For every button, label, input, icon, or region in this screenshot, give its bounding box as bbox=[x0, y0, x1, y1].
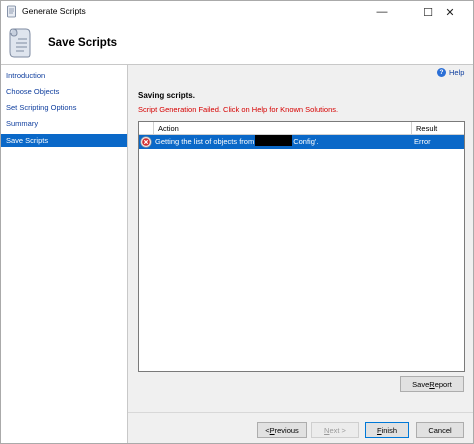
nav-item-set-scripting-options[interactable]: Set Scripting Options bbox=[1, 101, 127, 114]
nav-item-introduction[interactable]: Introduction bbox=[1, 69, 127, 82]
help-label: Help bbox=[449, 68, 465, 77]
save-report-label-pre: Save bbox=[412, 379, 430, 389]
row-action-cell: Getting the list of objects from Config'. bbox=[153, 135, 412, 149]
table-row[interactable]: Getting the list of objects from Config'.… bbox=[139, 135, 464, 149]
minimize-icon: — bbox=[376, 6, 388, 18]
previous-button[interactable]: < Previous bbox=[257, 422, 307, 438]
cancel-button[interactable]: Cancel bbox=[416, 422, 464, 438]
finish-label-post: inish bbox=[381, 425, 398, 435]
minimize-button[interactable]: — bbox=[359, 1, 405, 23]
page-title: Save Scripts bbox=[48, 37, 118, 49]
generate-scripts-window: Generate Scripts — ☐ ✕ Save Scripts Intr… bbox=[0, 0, 474, 444]
close-icon: ✕ bbox=[445, 6, 455, 19]
results-grid[interactable]: Action Result Getting the list of object… bbox=[138, 121, 465, 372]
close-button[interactable]: ✕ bbox=[427, 1, 473, 23]
grid-header: Action Result bbox=[139, 122, 464, 135]
action-text-prefix: Getting the list of objects from bbox=[155, 137, 255, 146]
error-icon bbox=[140, 136, 152, 148]
column-header-result[interactable]: Result bbox=[412, 122, 464, 135]
next-label-post: ext > bbox=[329, 425, 346, 435]
page-header: Save Scripts bbox=[1, 23, 473, 65]
cancel-label: Cancel bbox=[428, 425, 452, 435]
nav-item-choose-objects[interactable]: Choose Objects bbox=[1, 85, 127, 98]
next-button[interactable]: Next > bbox=[311, 422, 359, 438]
save-report-button[interactable]: Save Report bbox=[400, 376, 464, 392]
scroll-icon bbox=[7, 5, 16, 18]
previous-label-post: revious bbox=[274, 425, 299, 435]
finish-button[interactable]: Finish bbox=[365, 422, 409, 438]
nav-item-save-scripts[interactable]: Save Scripts bbox=[1, 134, 127, 147]
scroll-icon bbox=[9, 28, 31, 58]
column-header-action[interactable]: Action bbox=[153, 122, 412, 135]
nav-item-summary[interactable]: Summary bbox=[1, 117, 127, 130]
help-icon: ? bbox=[437, 68, 446, 77]
error-message[interactable]: Script Generation Failed. Click on Help … bbox=[138, 105, 338, 114]
title-bar: Generate Scripts — ☐ ✕ bbox=[1, 1, 473, 23]
status-heading: Saving scripts. bbox=[138, 91, 195, 100]
row-result-cell: Error bbox=[414, 137, 431, 146]
help-link[interactable]: ? Help bbox=[437, 68, 464, 77]
action-text-suffix: Config'. bbox=[293, 137, 319, 146]
window-title: Generate Scripts bbox=[22, 6, 86, 16]
wizard-nav: Introduction Choose Objects Set Scriptin… bbox=[1, 65, 128, 443]
redacted-block bbox=[255, 135, 293, 146]
save-report-label-post: eport bbox=[434, 379, 452, 389]
footer-divider bbox=[128, 412, 473, 413]
